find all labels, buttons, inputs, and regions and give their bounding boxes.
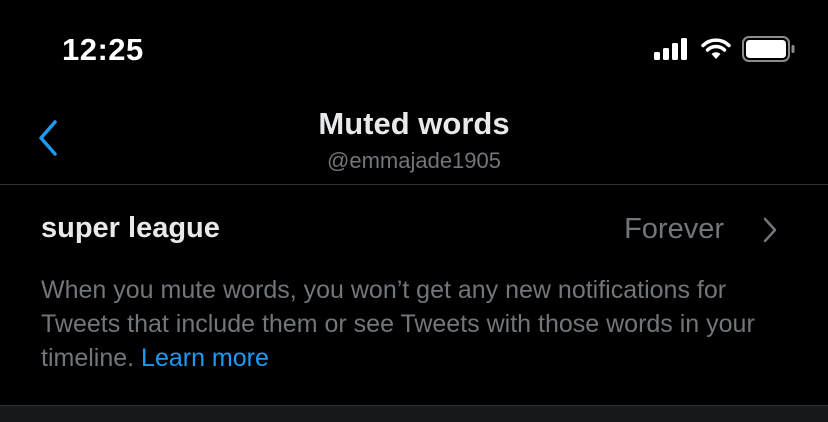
- status-bar: 12:25: [0, 0, 828, 100]
- muted-word-label: super league: [41, 212, 220, 244]
- muted-words-description: When you mute words, you won’t get any n…: [41, 273, 801, 375]
- learn-more-link[interactable]: Learn more: [141, 344, 269, 372]
- cellular-signal-icon: [654, 37, 690, 66]
- battery-icon: [742, 36, 796, 67]
- page-title: Muted words: [318, 106, 510, 141]
- nav-header: Muted words @emmajade1905: [0, 100, 828, 184]
- status-time: 12:25: [62, 32, 144, 67]
- mute-duration: Forever: [624, 213, 724, 245]
- muted-word-row[interactable]: super league Forever: [0, 185, 828, 273]
- section-separator: [0, 405, 828, 422]
- account-handle: @emmajade1905: [327, 148, 501, 173]
- chevron-right-icon: [762, 216, 778, 249]
- wifi-icon: [700, 37, 732, 66]
- status-icons: [654, 36, 796, 67]
